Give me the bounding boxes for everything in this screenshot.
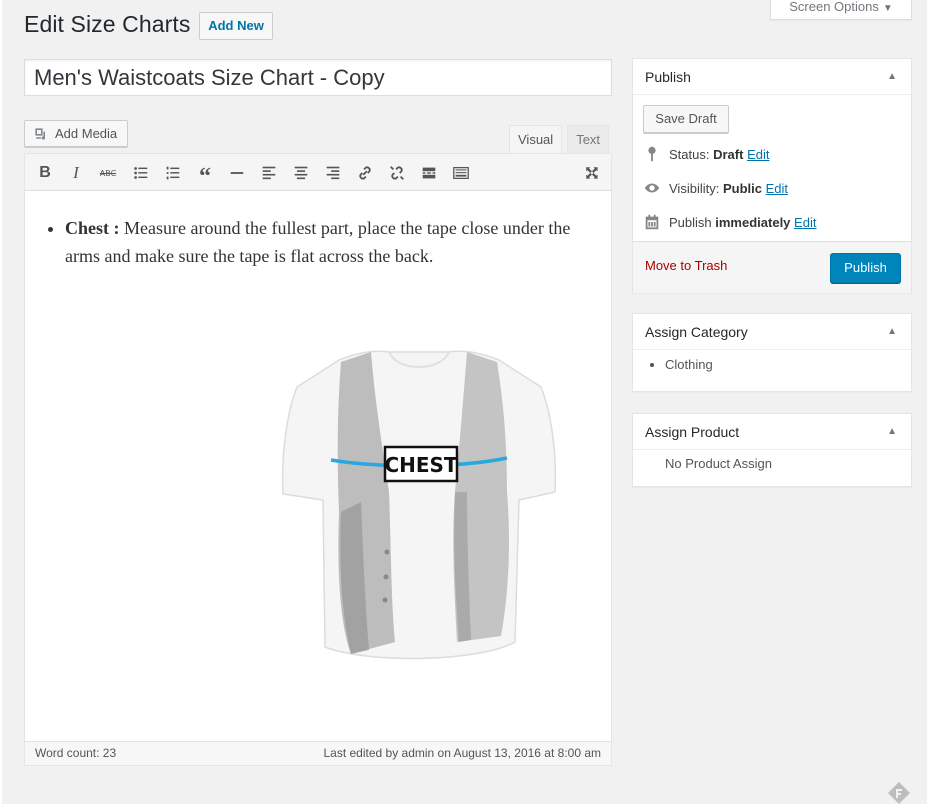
chest-label: CHEST [384,453,457,477]
product-box-title: Assign Product [645,424,740,440]
assign-product-box: Assign Product ▲ No Product Assign [632,413,912,487]
blockquote-icon: “ [199,164,211,190]
publish-box-title: Publish [645,69,691,85]
strikethrough-icon: ABC [99,168,117,178]
status-row: Status: Draft Edit [643,145,769,163]
align-center-icon [294,166,308,180]
visibility-row: Visibility: Public Edit [643,179,788,197]
word-count: Word count: 23 [35,746,117,760]
editor: B I ABC “ Chest : Measure around the ful… [24,153,612,766]
unlink-button[interactable] [386,162,408,184]
editor-content[interactable]: Chest : Measure around the fullest part,… [25,192,611,741]
major-publishing-actions: Move to Trash Publish [633,241,911,293]
screen-options-button[interactable]: Screen Options ▼ [770,0,912,20]
publish-box-header[interactable]: Publish ▲ [633,59,911,95]
add-media-label: Add Media [55,126,118,141]
publish-button[interactable]: Publish [830,253,901,283]
edit-visibility-link[interactable]: Edit [766,181,788,196]
numbered-list-icon [166,166,180,180]
link-button[interactable] [354,162,376,184]
collapse-arrow-icon[interactable]: ▲ [887,59,897,95]
bullet-term: Chest : [65,218,120,238]
publish-date-row: Publish immediately Edit [643,213,816,231]
blockquote-button[interactable]: “ [194,162,216,189]
editor-tabs: Visual Text [509,125,610,155]
editor-toolbar: B I ABC “ [25,154,611,191]
media-icon [35,127,45,140]
post-title-input[interactable]: Men's Waistcoats Size Chart - Copy [24,59,612,96]
read-more-button[interactable] [418,162,440,184]
collapse-arrow-icon[interactable]: ▲ [887,414,897,450]
visibility-value: Public [722,180,762,196]
content-list: Chest : Measure around the fullest part,… [65,214,585,270]
list-item: Chest : Measure around the fullest part,… [65,214,585,270]
screen-options-label: Screen Options [789,0,879,14]
align-right-button[interactable] [322,162,344,184]
save-draft-button[interactable]: Save Draft [643,105,729,133]
caret-down-icon: ▼ [882,3,893,14]
calendar-icon [645,214,659,230]
page-title: Edit Size Charts [24,11,191,37]
bulleted-list-button[interactable] [130,162,152,184]
publish-box: Publish ▲ Save Draft Status: Draft Edit … [632,58,912,293]
horizontal-line-icon [230,172,244,174]
fullscreen-icon [586,167,598,179]
unlink-icon [390,166,404,180]
edit-date-link[interactable]: Edit [794,215,816,230]
align-center-button[interactable] [290,162,312,184]
tshirt-shape [281,350,557,660]
italic-button[interactable]: I [65,162,87,184]
align-left-icon [262,166,276,180]
tab-text[interactable]: Text [567,125,610,154]
category-item: Clothing [665,356,911,374]
visibility-text: Visibility: Public Edit [669,180,789,196]
align-left-button[interactable] [258,162,280,184]
waistcoat-chest-image: CHEST [281,350,557,660]
status-value: Draft [713,146,744,162]
publish-date-value: immediately [715,214,791,230]
category-box-header[interactable]: Assign Category ▲ [633,314,911,350]
add-media-button[interactable]: Add Media [24,120,128,147]
bullet-text: Measure around the fullest part, place t… [65,218,571,266]
align-right-icon [326,166,340,180]
status-text: Status: Draft Edit [669,146,770,162]
tab-visual[interactable]: Visual [509,125,563,155]
collapse-arrow-icon[interactable]: ▲ [887,314,897,350]
category-list: Clothing [633,350,911,374]
pin-icon [648,146,656,162]
fullscreen-button[interactable] [581,162,603,184]
feedback-widget-icon[interactable] [886,780,912,804]
numbered-list-button[interactable] [162,162,184,184]
link-icon [359,166,371,180]
eye-icon [644,183,660,193]
publish-date-text: Publish immediately Edit [669,214,817,230]
category-box-title: Assign Category [645,324,748,340]
move-to-trash-link[interactable]: Move to Trash [645,258,727,273]
assign-category-box: Assign Category ▲ Clothing [632,313,912,392]
product-box-header[interactable]: Assign Product ▲ [633,414,911,450]
read-more-icon [422,167,436,179]
edit-status-link[interactable]: Edit [747,147,769,162]
editor-status-bar: Word count: 23 Last edited by admin on A… [25,741,611,765]
bold-icon: B [39,164,51,181]
product-empty-text: No Product Assign [665,456,772,471]
italic-icon: I [73,163,79,182]
strikethrough-button[interactable]: ABC [97,162,119,184]
horizontal-line-button[interactable] [226,162,248,184]
bulleted-list-icon [134,167,148,179]
toolbar-toggle-icon [453,166,469,180]
add-new-button[interactable]: Add New [199,12,273,40]
last-edited: Last edited by admin on August 13, 2016 … [323,746,601,760]
bold-button[interactable]: B [34,162,56,184]
toolbar-toggle-button[interactable] [450,162,472,184]
